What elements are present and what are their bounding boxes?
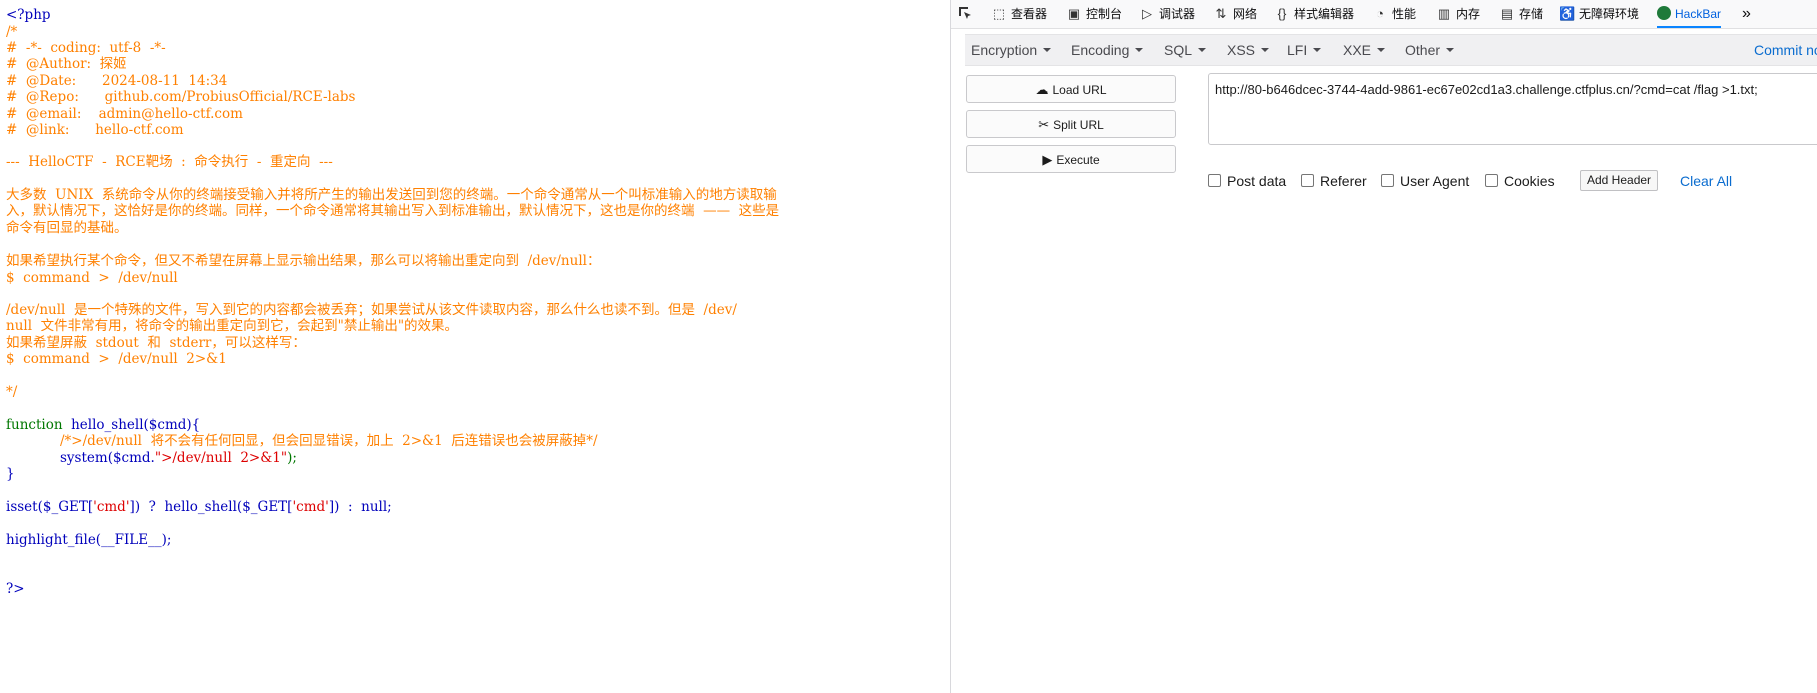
isset-part1: isset($_GET[	[6, 499, 94, 515]
referer-checkbox[interactable]	[1301, 174, 1314, 187]
system-call-start: system($cmd.	[60, 450, 155, 466]
performance-icon: ◔	[1376, 6, 1384, 21]
hackbar-icon	[1657, 6, 1671, 20]
menu-xss[interactable]: XSS	[1227, 35, 1270, 65]
comment-close: */	[6, 384, 18, 400]
cookies-option[interactable]: Cookies	[1485, 172, 1555, 190]
isset-part2: ]) ? hello_shell($_GET[	[129, 499, 293, 515]
user-agent-checkbox[interactable]	[1381, 174, 1394, 187]
network-icon: ⇅	[1215, 6, 1227, 21]
para1-line3: 命令有回显的基础。	[6, 220, 128, 236]
para3-line4: $ command > /dev/null 2>&1	[6, 351, 227, 367]
tab-console[interactable]: ▣ 控制台	[1066, 0, 1122, 28]
tab-memory[interactable]: ▥ 内存	[1436, 0, 1480, 28]
chevron-down-icon	[1313, 48, 1322, 52]
execute-button[interactable]: ▶ Execute	[966, 145, 1176, 173]
tab-network[interactable]: ⇅ 网络	[1213, 0, 1257, 28]
play-circle-icon: ▶	[1042, 152, 1053, 167]
para2-line2: $ command > /dev/null	[6, 270, 178, 286]
memory-icon: ▥	[1437, 6, 1451, 21]
highlight-file-line: highlight_file(__FILE__);	[6, 532, 172, 548]
chevron-down-icon	[1446, 48, 1455, 52]
overflow-chevron-icon[interactable]: »	[1742, 0, 1751, 28]
php-source-view: <?php /* # -*- coding: utf-8 -*- # @Auth…	[0, 0, 950, 693]
storage-icon: ▤	[1500, 6, 1514, 21]
chevron-down-icon	[1135, 48, 1144, 52]
post-data-checkbox[interactable]	[1208, 174, 1221, 187]
commit-now-link[interactable]: Commit now	[1754, 35, 1817, 65]
isset-key2: 'cmd'	[292, 499, 329, 515]
system-call: system($cmd.">/dev/null 2>&1");	[60, 449, 297, 468]
cloud-download-icon: ☁	[1035, 82, 1049, 97]
tab-storage[interactable]: ▤ 存储	[1499, 0, 1543, 28]
menu-encryption[interactable]: Encryption	[971, 35, 1052, 65]
system-call-string: ">/dev/null 2>&1"	[154, 450, 288, 466]
url-input[interactable]: http://80-b646dcec-3744-4add-9861-ec67e0…	[1208, 73, 1817, 145]
chevron-down-icon	[1377, 48, 1386, 52]
console-icon: ▣	[1067, 6, 1081, 21]
clear-all-link[interactable]: Clear All	[1680, 172, 1732, 190]
php-close-tag: ?>	[6, 581, 25, 597]
post-data-option[interactable]: Post data	[1208, 172, 1286, 190]
menu-sql[interactable]: SQL	[1164, 35, 1207, 65]
chevron-down-icon	[1043, 48, 1052, 52]
menu-encoding[interactable]: Encoding	[1071, 35, 1144, 65]
menu-xxe[interactable]: XXE	[1343, 35, 1386, 65]
devtools-toolbar: ⬚ 查看器 ▣ 控制台 ▷ 调试器 ⇅ 网络 {} 样式编辑器 ◔ 性能 ▥ 内存 ▤ 存储 ♿…	[951, 0, 1817, 29]
tab-performance[interactable]: ◔ 性能	[1372, 0, 1416, 28]
devtools-panel: ⬚ 查看器 ▣ 控制台 ▷ 调试器 ⇅ 网络 {} 样式编辑器 ◔ 性能 ▥ 内存 ▤ 存储 ♿…	[951, 0, 1817, 693]
menu-lfi[interactable]: LFI	[1287, 35, 1322, 65]
element-picker-icon[interactable]	[957, 0, 973, 28]
tab-accessibility[interactable]: ♿ 无障碍环境	[1559, 0, 1639, 28]
load-url-button[interactable]: ☁ Load URL	[966, 75, 1176, 103]
style-editor-icon: {}	[1277, 6, 1287, 21]
header-link: # @link: hello-ctf.com	[6, 122, 184, 138]
accessibility-icon: ♿	[1559, 6, 1576, 21]
user-agent-option[interactable]: User Agent	[1381, 172, 1469, 190]
banner-line: --- HelloCTF - RCE靶场 : 命令执行 - 重定向 ---	[6, 154, 333, 170]
inspector-icon: ⬚	[992, 6, 1006, 21]
function-signature: hello_shell($cmd){	[62, 417, 201, 433]
tab-hackbar[interactable]: HackBar	[1657, 0, 1722, 28]
isset-key1: 'cmd'	[93, 499, 130, 515]
tab-inspector[interactable]: ⬚ 查看器	[991, 0, 1047, 28]
isset-part3: ]) : null;	[328, 499, 392, 515]
split-url-button[interactable]: ✂ Split URL	[966, 110, 1176, 138]
tab-debugger[interactable]: ▷ 调试器	[1139, 0, 1195, 28]
scissors-icon: ✂	[1038, 117, 1050, 132]
debugger-icon: ▷	[1142, 6, 1152, 21]
tab-style-editor[interactable]: {} 样式编辑器	[1274, 0, 1354, 28]
cookies-checkbox[interactable]	[1485, 174, 1498, 187]
isset-line: isset($_GET['cmd']) ? hello_shell($_GET[…	[6, 498, 392, 517]
close-brace: }	[6, 466, 15, 482]
chevron-down-icon	[1261, 48, 1270, 52]
system-call-end: );	[287, 450, 297, 466]
menu-other[interactable]: Other	[1405, 35, 1455, 65]
function-keyword: function	[6, 417, 63, 433]
hackbar-menu: Encryption Encoding SQL XSS LFI XXE Othe…	[965, 34, 1817, 66]
referer-option[interactable]: Referer	[1301, 172, 1367, 190]
chevron-down-icon	[1198, 48, 1207, 52]
add-header-button[interactable]: Add Header	[1580, 170, 1659, 191]
